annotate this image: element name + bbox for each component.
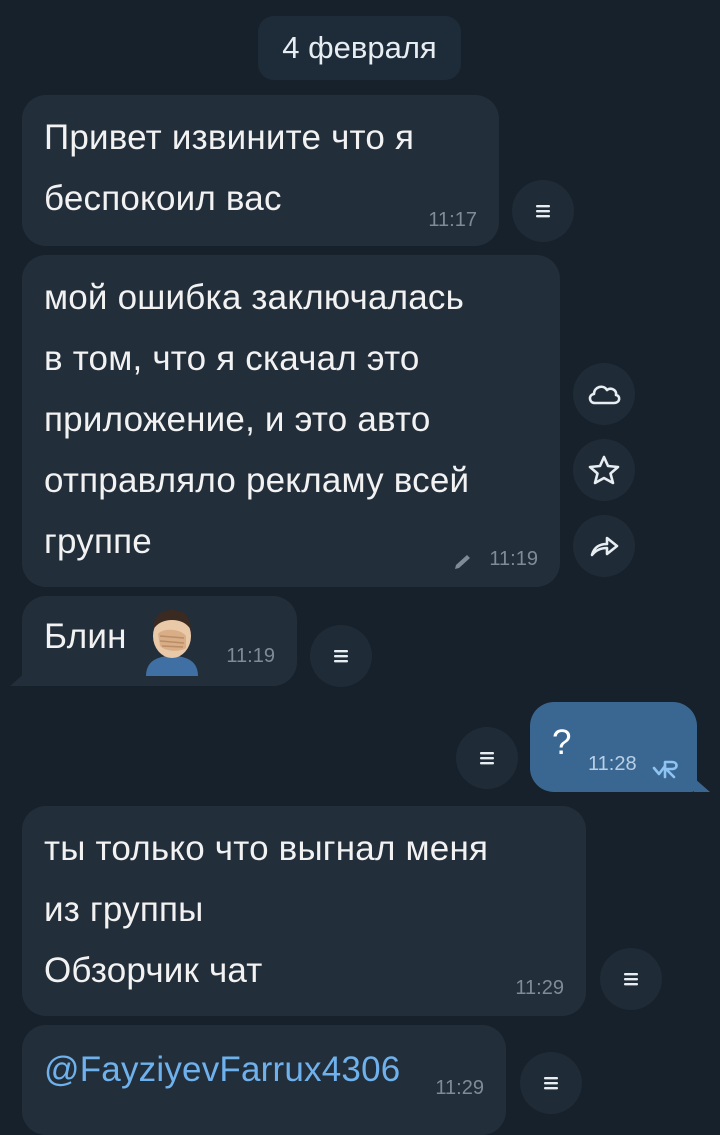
message-menu-button[interactable]: [310, 625, 372, 687]
message-time: 11:29: [515, 977, 564, 999]
message-menu-button[interactable]: [600, 948, 662, 1010]
facepalm-emoji: [140, 606, 204, 676]
message-menu-button[interactable]: [520, 1052, 582, 1114]
message-text: ?: [552, 723, 572, 762]
message-text: Блин: [44, 617, 127, 656]
message-text: мой ошибка заключалась в том, что я скач…: [44, 278, 470, 561]
cloud-icon: [586, 381, 622, 407]
message-time: 11:17: [428, 209, 477, 231]
message-bubble-outgoing[interactable]: ? 11:28: [530, 702, 697, 792]
message-menu-button[interactable]: [512, 180, 574, 242]
message-bubble[interactable]: мой ошибка заключалась в том, что я скач…: [22, 255, 560, 587]
message-menu-button[interactable]: [456, 727, 518, 789]
favorite-button[interactable]: [573, 439, 635, 501]
menu-icon: [540, 1074, 562, 1092]
message-time: 11:19: [489, 548, 538, 570]
message-time: 11:29: [435, 1077, 484, 1099]
mention-link[interactable]: @FayziyevFarrux4306: [44, 1039, 400, 1100]
message-time: 11:28: [588, 753, 637, 775]
menu-icon: [330, 647, 352, 665]
menu-icon: [620, 970, 642, 988]
bubble-tail: [10, 672, 26, 686]
date-header-label: 4 февраля: [282, 30, 437, 65]
save-to-cloud-button[interactable]: [573, 363, 635, 425]
menu-icon: [476, 749, 498, 767]
message-text: ты только что выгнал меня из группы Обзо…: [44, 829, 489, 990]
share-button[interactable]: [573, 515, 635, 577]
message-time: 11:19: [226, 645, 275, 667]
read-receipt-icon: [652, 758, 682, 780]
message-text: Привет извините что я беспокоил вас: [44, 118, 415, 218]
menu-icon: [532, 202, 554, 220]
message-bubble[interactable]: @FayziyevFarrux4306 11:29: [22, 1025, 506, 1135]
star-icon: [587, 454, 621, 486]
message-bubble[interactable]: Привет извините что я беспокоил вас 11:1…: [22, 95, 499, 246]
date-header: 4 февраля: [258, 16, 461, 80]
share-icon: [588, 533, 620, 559]
bubble-tail: [694, 778, 710, 792]
message-bubble[interactable]: Блин 11:19: [22, 596, 297, 686]
pencil-icon: [452, 553, 474, 571]
message-bubble[interactable]: ты только что выгнал меня из группы Обзо…: [22, 806, 586, 1016]
